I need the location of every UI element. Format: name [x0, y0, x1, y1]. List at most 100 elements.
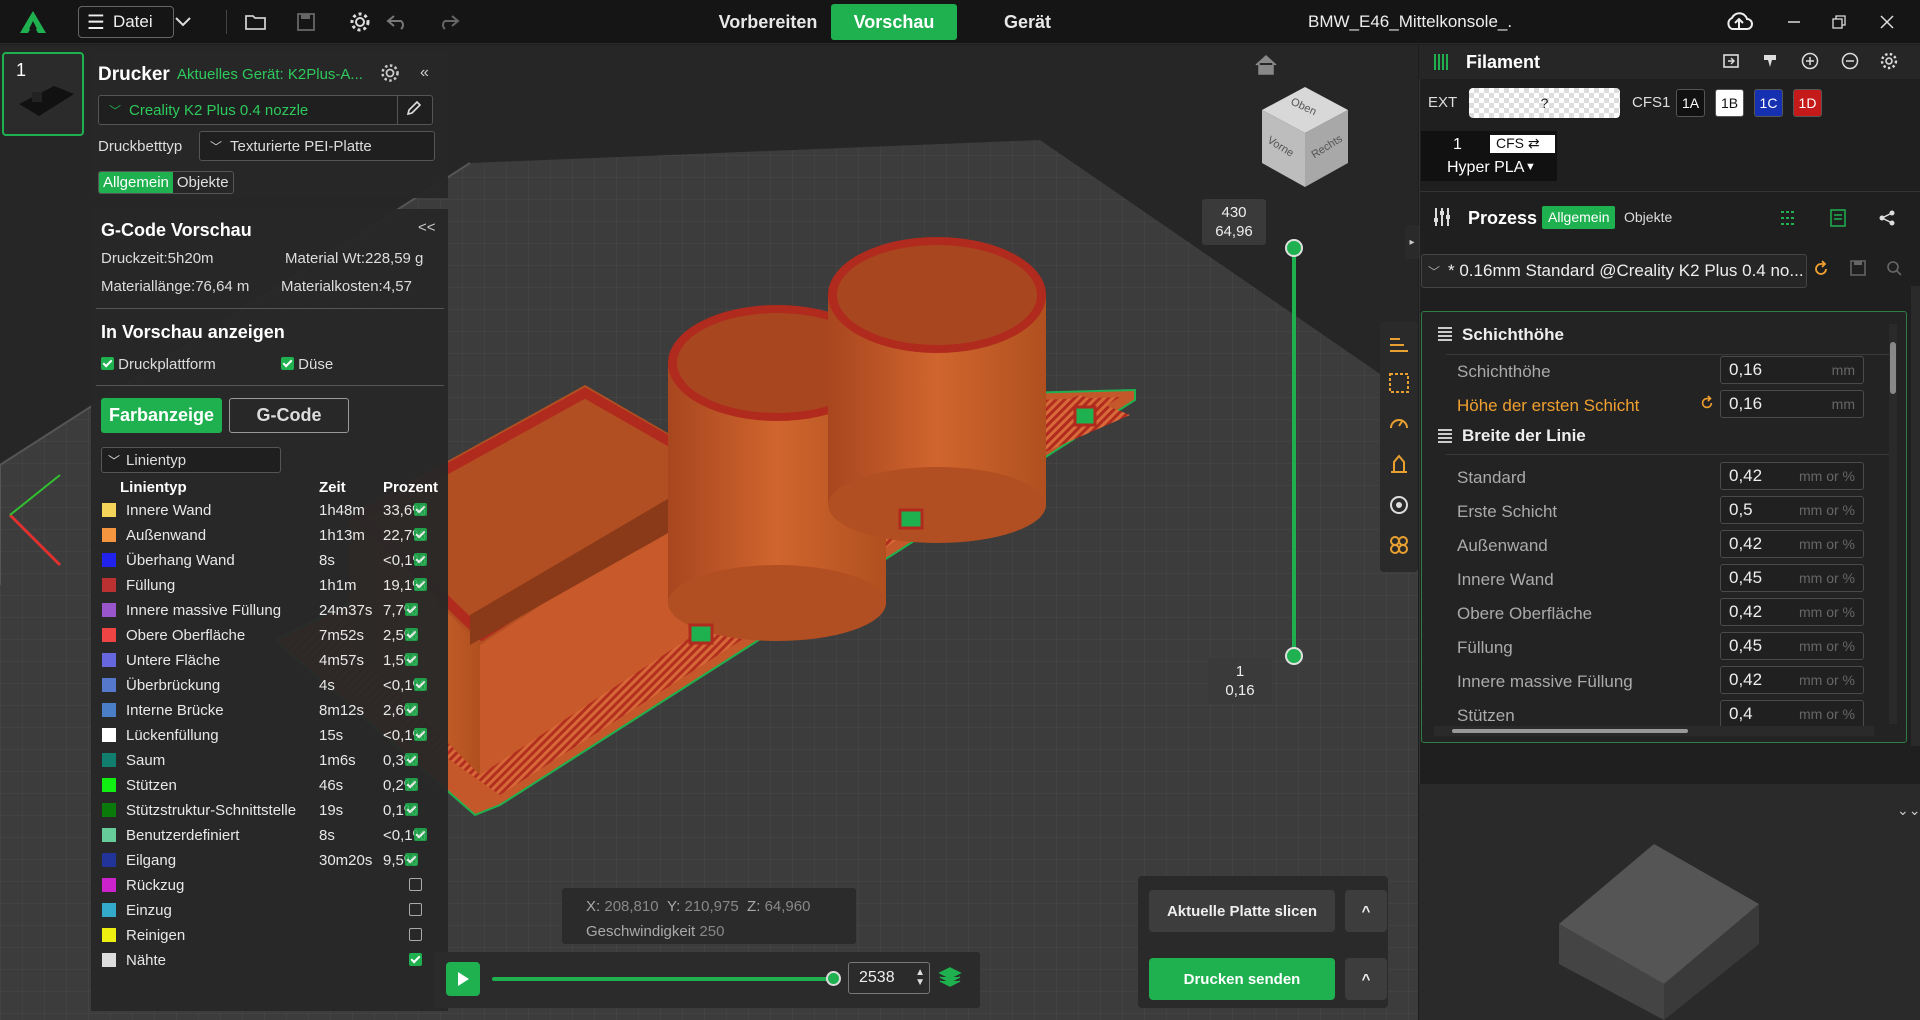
- play-icon[interactable]: [446, 962, 480, 996]
- checkbox-checked-icon[interactable]: [281, 357, 294, 370]
- color-swatch[interactable]: [102, 753, 116, 767]
- advanced-toggle-icon[interactable]: [1779, 209, 1797, 231]
- checkbox-empty-icon[interactable]: [409, 878, 422, 891]
- show-nozzle-option[interactable]: Düse: [281, 356, 333, 373]
- checkbox-checked-icon[interactable]: [405, 628, 419, 641]
- table-row[interactable]: Innere massive Füllung 24m37s 7,7%: [98, 598, 445, 623]
- params-hscrollbar-thumb[interactable]: [1452, 729, 1688, 733]
- checkbox-checked-icon[interactable]: [405, 603, 419, 616]
- checkbox-checked-icon[interactable]: [405, 778, 419, 791]
- percent-cell[interactable]: <0,1%: [383, 673, 445, 698]
- color-view-tab[interactable]: Farbanzeige: [101, 398, 222, 433]
- color-swatch[interactable]: [102, 903, 116, 917]
- ext-filament-swatch[interactable]: ?: [1469, 88, 1620, 118]
- percent-cell[interactable]: 0,1%: [383, 798, 445, 823]
- percent-cell[interactable]: 33,6%: [383, 498, 445, 523]
- collapse-printer-icon[interactable]: «: [420, 64, 429, 82]
- material-dropdown-icon[interactable]: ▼: [1525, 161, 1536, 173]
- process-preset-select[interactable]: ﹀ * 0.16mm Standard @Creality K2 Plus 0.…: [1421, 254, 1807, 288]
- move-slider-track[interactable]: [492, 977, 834, 981]
- table-row[interactable]: Einzug: [98, 898, 445, 923]
- checkbox-checked-icon[interactable]: [413, 553, 427, 566]
- checkbox-checked-icon[interactable]: [413, 728, 427, 741]
- line-width-input[interactable]: 0,45 mm or %: [1720, 632, 1864, 660]
- color-swatch[interactable]: [102, 853, 116, 867]
- table-row[interactable]: Überbrückung 4s <0,1%: [98, 673, 445, 698]
- compare-icon[interactable]: [1830, 209, 1846, 231]
- color-swatch[interactable]: [102, 503, 116, 517]
- reset-preset-icon[interactable]: [1812, 260, 1830, 282]
- tab-geraet[interactable]: Gerät: [990, 0, 1065, 44]
- minimize-icon[interactable]: [1779, 0, 1809, 44]
- line-width-input[interactable]: 0,5 mm or %: [1720, 496, 1864, 524]
- filament-slot-card[interactable]: 1 CFS ⇄ Hyper PLA ▼: [1421, 131, 1557, 181]
- home-view-icon[interactable]: [1254, 54, 1278, 80]
- percent-cell[interactable]: <0,1%: [383, 723, 445, 748]
- table-row[interactable]: Benutzerdefiniert 8s <0,1%: [98, 823, 445, 848]
- color-swatch[interactable]: [102, 703, 116, 717]
- table-row[interactable]: Füllung 1h1m 19,1%: [98, 573, 445, 598]
- color-swatch[interactable]: [102, 678, 116, 692]
- percent-cell[interactable]: 0,2%: [383, 773, 445, 798]
- layers-stack-icon[interactable]: [938, 966, 962, 992]
- cloud-upload-icon[interactable]: [1722, 0, 1756, 44]
- first-layer-height-input[interactable]: 0,16 mm: [1720, 390, 1864, 418]
- speed-gauge-icon[interactable]: [1388, 412, 1410, 438]
- assembly-icon[interactable]: [1388, 534, 1410, 560]
- line-width-input[interactable]: 0,42 mm or %: [1720, 530, 1864, 558]
- gcode-view-tab[interactable]: G-Code: [229, 398, 349, 433]
- percent-cell[interactable]: 9,5%: [383, 848, 445, 873]
- line-width-input[interactable]: 0,4 mm or %: [1720, 700, 1864, 728]
- process-tab-allgemein[interactable]: Allgemein: [1542, 206, 1616, 229]
- slice-plate-button[interactable]: Aktuelle Platte slicen: [1149, 890, 1335, 932]
- stepper-arrows-icon[interactable]: ▲ ▼: [915, 968, 925, 988]
- table-row[interactable]: Eilgang 30m20s 9,5%: [98, 848, 445, 873]
- table-row[interactable]: Interne Brücke 8m12s 2,6%: [98, 698, 445, 723]
- percent-cell[interactable]: 2,6%: [383, 698, 445, 723]
- remove-filament-icon[interactable]: [1841, 52, 1859, 74]
- table-row[interactable]: Lückenfüllung 15s <0,1%: [98, 723, 445, 748]
- layers-view-icon[interactable]: [1388, 332, 1410, 358]
- percent-cell[interactable]: 7,7%: [383, 598, 445, 623]
- tab-vorbereiten[interactable]: Vorbereiten: [700, 0, 836, 44]
- bed-type-select[interactable]: ﹀ Texturierte PEI-Platte: [199, 131, 435, 161]
- plate-thumbnail[interactable]: 1: [2, 52, 84, 136]
- line-width-input[interactable]: 0,42 mm or %: [1720, 462, 1864, 490]
- checkbox-checked-icon[interactable]: [101, 357, 114, 370]
- color-swatch[interactable]: [102, 778, 116, 792]
- table-row[interactable]: Saum 1m6s 0,3%: [98, 748, 445, 773]
- percent-cell[interactable]: 0,3%: [383, 748, 445, 773]
- checkbox-checked-icon[interactable]: [405, 753, 419, 766]
- tab-vorschau[interactable]: Vorschau: [831, 4, 957, 40]
- line-width-input[interactable]: 0,42 mm or %: [1720, 666, 1864, 694]
- percent-cell[interactable]: 2,5%: [383, 623, 445, 648]
- cfs-slot-1d[interactable]: 1D: [1793, 89, 1822, 117]
- open-folder-icon[interactable]: [241, 0, 271, 44]
- percent-cell[interactable]: <0,1%: [383, 823, 445, 848]
- settings-gear-icon[interactable]: [345, 0, 375, 44]
- undo-icon[interactable]: [382, 0, 412, 44]
- reset-param-icon[interactable]: [1699, 395, 1715, 415]
- chevron-down-icon[interactable]: [168, 0, 198, 44]
- view-cube[interactable]: Oben Vorne Rechts: [1260, 85, 1350, 190]
- percent-cell[interactable]: 19,1%: [383, 573, 445, 598]
- checkbox-empty-icon[interactable]: [409, 928, 422, 941]
- color-swatch[interactable]: [102, 628, 116, 642]
- checkbox-checked-icon[interactable]: [413, 528, 427, 541]
- line-width-input[interactable]: 0,45 mm or %: [1720, 564, 1864, 592]
- send-print-button[interactable]: Drucken senden: [1149, 958, 1335, 1000]
- slice-options-button[interactable]: ^: [1345, 890, 1387, 932]
- table-row[interactable]: Obere Oberfläche 7m52s 2,5%: [98, 623, 445, 648]
- collapse-preview-icon[interactable]: <<: [418, 219, 436, 236]
- table-row[interactable]: Reinigen: [98, 923, 445, 948]
- cfs-slot-1c[interactable]: 1C: [1754, 89, 1783, 117]
- color-swatch[interactable]: [102, 653, 116, 667]
- send-options-button[interactable]: ^: [1345, 958, 1387, 1000]
- filament-sync-icon[interactable]: [1722, 52, 1740, 74]
- percent-cell[interactable]: [383, 898, 445, 923]
- checkbox-checked-icon[interactable]: [405, 703, 419, 716]
- edit-pencil-icon[interactable]: [406, 100, 422, 120]
- color-swatch[interactable]: [102, 528, 116, 542]
- layer-slider-bottom-handle[interactable]: [1285, 647, 1303, 665]
- color-swatch[interactable]: [102, 578, 116, 592]
